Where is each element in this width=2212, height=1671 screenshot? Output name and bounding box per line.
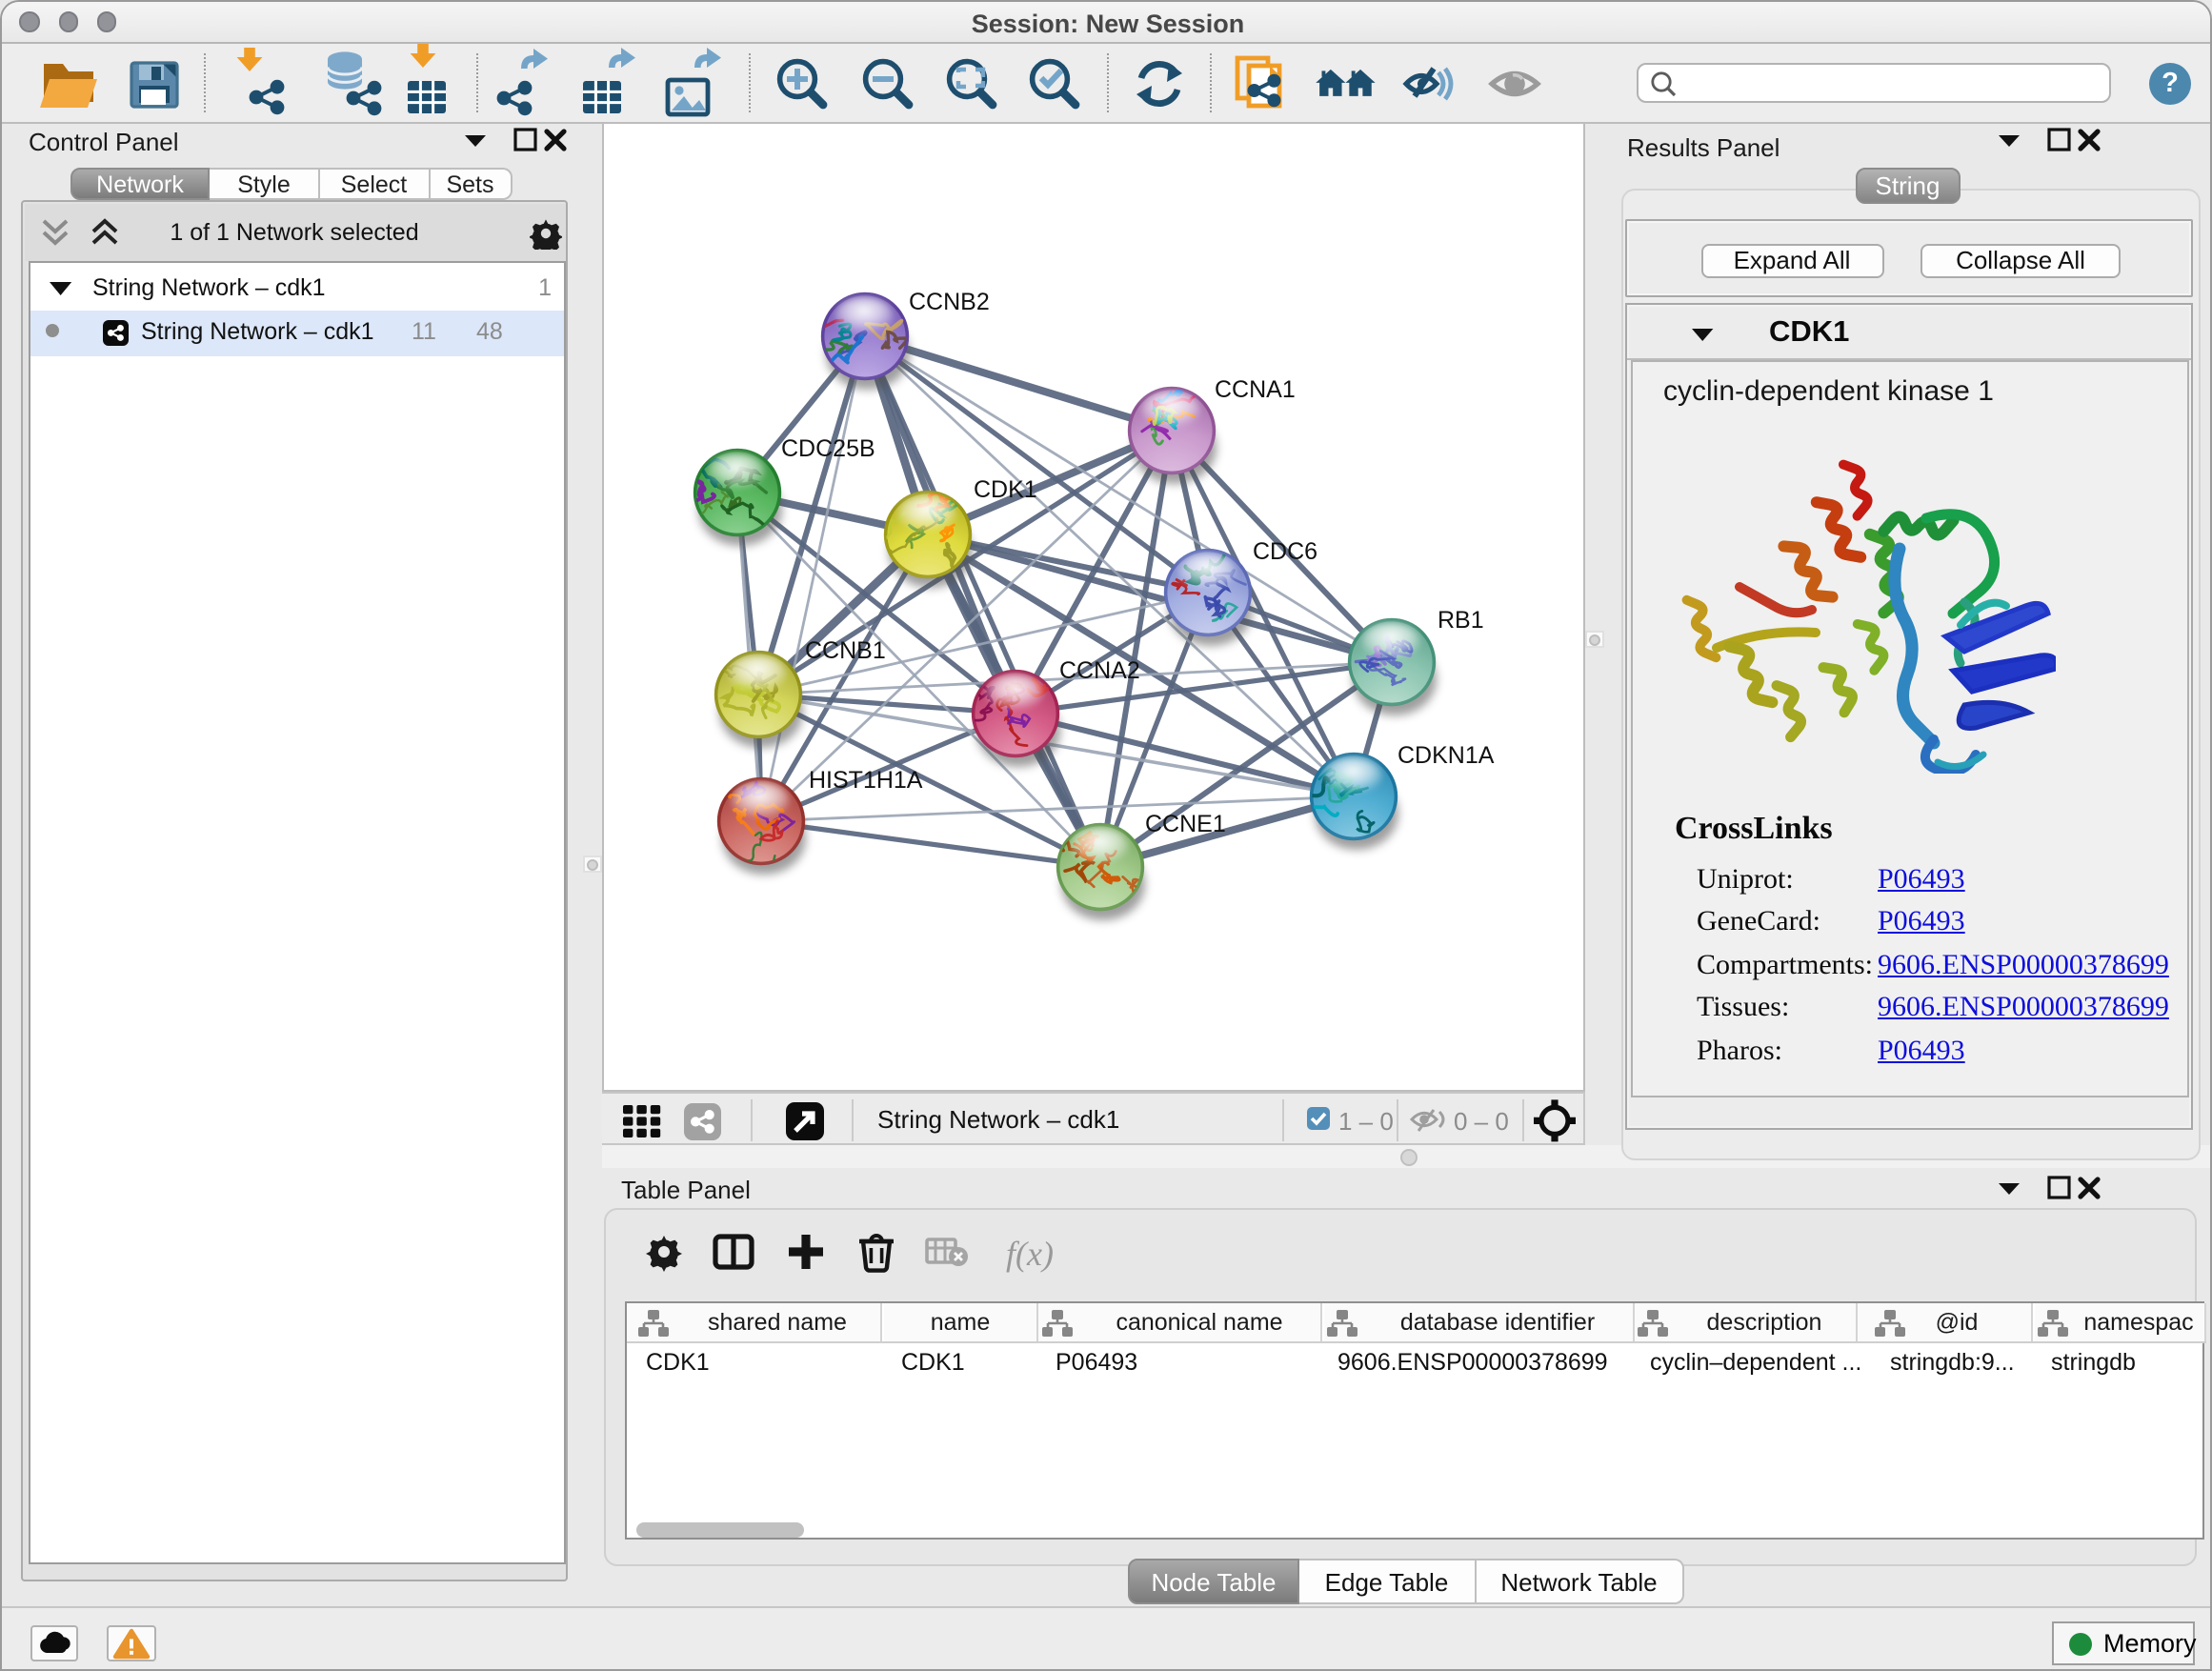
svg-text:CCNA1: CCNA1	[1214, 375, 1295, 402]
svg-text:RB1: RB1	[1437, 606, 1483, 633]
svg-text:CCNE1: CCNE1	[1144, 810, 1225, 836]
svg-text:CCNB2: CCNB2	[908, 288, 989, 314]
svg-text:f(x): f(x)	[1006, 1235, 1054, 1273]
svg-text:CDKN1A: CDKN1A	[1397, 741, 1494, 768]
svg-text:CDC6: CDC6	[1252, 537, 1317, 564]
svg-text:HIST1H1A: HIST1H1A	[808, 766, 922, 793]
svg-text:CCNA2: CCNA2	[1058, 656, 1139, 683]
svg-text:CDK1: CDK1	[973, 475, 1036, 502]
svg-text:CDC25B: CDC25B	[780, 434, 875, 461]
svg-text:CCNB1: CCNB1	[804, 636, 885, 663]
